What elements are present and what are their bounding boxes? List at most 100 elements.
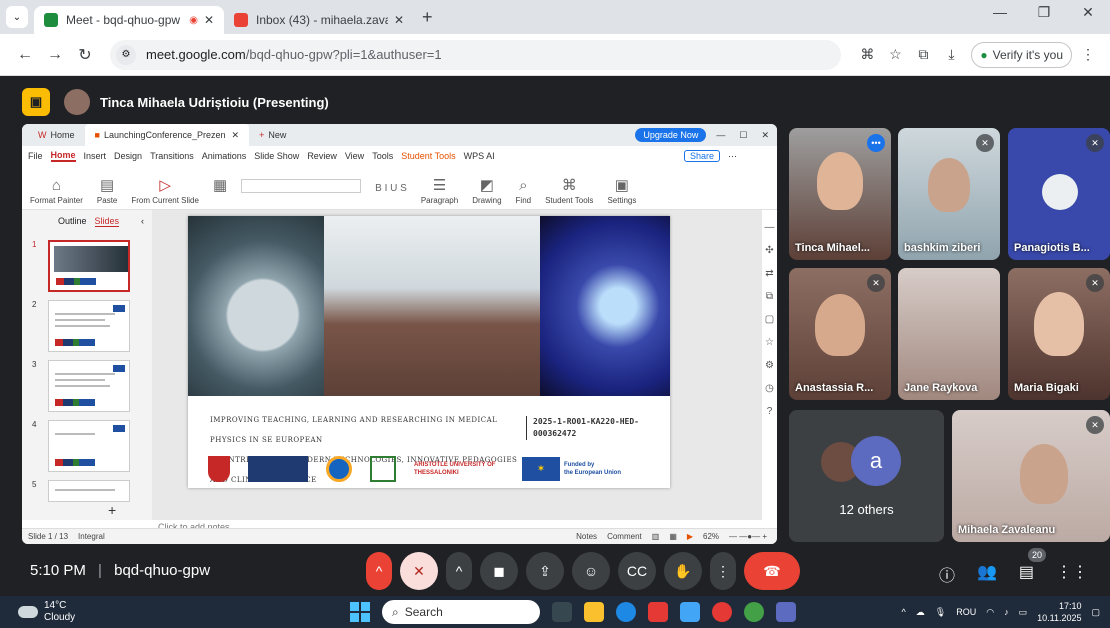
more-options-button[interactable]: ⋮: [710, 552, 736, 590]
raise-hand-button[interactable]: ✋: [664, 552, 702, 590]
wps-close-icon[interactable]: ✕: [761, 130, 769, 141]
wps-doc-tab[interactable]: ■ LaunchingConference_Prezen ✕: [84, 124, 250, 146]
settings-icon[interactable]: ⚙: [765, 360, 774, 371]
notes-toggle[interactable]: Notes: [576, 532, 597, 541]
format-painter-button[interactable]: ⌂ Format Painter: [30, 177, 83, 205]
participant-tile[interactable]: ✕ Anastassia R...: [789, 268, 891, 400]
slideshow-icon[interactable]: ▶: [687, 532, 693, 541]
extensions-icon[interactable]: ⧉: [911, 46, 935, 63]
video-options-button[interactable]: ^: [446, 552, 472, 590]
google-icon[interactable]: [712, 602, 732, 622]
wps-more-icon[interactable]: ⋯: [728, 151, 737, 162]
wps-home-tab[interactable]: W Home: [28, 124, 85, 146]
bookmark-star-icon[interactable]: ☆: [883, 46, 907, 63]
info-icon[interactable]: ⓘ: [939, 562, 955, 586]
animation-icon[interactable]: ✣: [765, 245, 773, 256]
notification-icon[interactable]: ▢: [1091, 607, 1100, 618]
minimize-icon[interactable]: —: [978, 4, 1022, 21]
teams-icon[interactable]: [776, 602, 796, 622]
wps-new-tab[interactable]: + New: [249, 124, 296, 146]
menu-student-tools[interactable]: Student Tools: [401, 151, 455, 161]
tool-icon[interactable]: —: [765, 222, 775, 233]
menu-design[interactable]: Design: [114, 151, 142, 161]
font-format-group[interactable]: B I U S: [375, 183, 407, 205]
menu-slide-show[interactable]: Slide Show: [254, 151, 299, 161]
audio-options-button[interactable]: ^: [366, 552, 392, 590]
edge-icon[interactable]: [616, 602, 636, 622]
add-slide-button[interactable]: +: [108, 502, 116, 518]
participant-tile[interactable]: ✕ Panagiotis B...: [1008, 128, 1110, 260]
tray-chevron-icon[interactable]: ^: [902, 607, 906, 617]
tab-inbox[interactable]: Inbox (43) - mihaela.zavaleanu@ ✕: [224, 6, 414, 34]
slides-tab[interactable]: Slides: [94, 216, 120, 227]
paste-button[interactable]: ▤ Paste: [97, 176, 117, 205]
taskbar-search[interactable]: ⌕ Search: [382, 600, 540, 624]
volume-icon[interactable]: ♪: [1004, 607, 1009, 617]
site-info-icon[interactable]: ⚙: [116, 44, 136, 65]
clock-area[interactable]: 17:10 10.11.2025: [1037, 600, 1081, 624]
comment-icon[interactable]: ▢: [765, 314, 774, 325]
participant-tile[interactable]: ✕ Maria Bigaki: [1008, 268, 1110, 400]
battery-icon[interactable]: ▭: [1019, 607, 1028, 618]
participant-tile[interactable]: Jane Raykova: [898, 268, 1000, 400]
participant-tile[interactable]: ✕ bashkim ziberi: [898, 128, 1000, 260]
outline-tab[interactable]: Outline: [58, 216, 87, 226]
new-tab-button[interactable]: +: [422, 7, 433, 28]
zoom-level[interactable]: 62%: [703, 532, 719, 541]
others-tile[interactable]: a 12 others: [789, 410, 944, 542]
comment-toggle[interactable]: Comment: [607, 532, 642, 541]
reactions-button[interactable]: ☺: [572, 552, 610, 590]
translate-icon[interactable]: ⌘: [855, 46, 879, 63]
wifi-icon[interactable]: ◠: [986, 607, 994, 618]
sorter-view-icon[interactable]: ▦: [669, 532, 677, 541]
settings-button[interactable]: ▣ Settings: [607, 176, 636, 205]
camera-icon[interactable]: ◼: [480, 552, 518, 590]
close-tab-icon[interactable]: ✕: [232, 130, 240, 141]
menu-wps-ai[interactable]: WPS AI: [464, 151, 495, 161]
font-select[interactable]: [241, 179, 362, 193]
onedrive-icon[interactable]: ☁: [916, 607, 925, 618]
upgrade-button[interactable]: Upgrade Now: [635, 128, 707, 142]
antivirus-icon[interactable]: [648, 602, 668, 622]
menu-home[interactable]: Home: [50, 150, 76, 162]
chat-icon[interactable]: ▤: [1019, 562, 1034, 586]
weather-widget[interactable]: 14°C Cloudy: [18, 600, 75, 624]
language-indicator[interactable]: ROU: [956, 607, 976, 617]
paragraph-button[interactable]: ☰ Paragraph: [421, 176, 458, 205]
presentation-icon[interactable]: ▣: [22, 88, 50, 116]
url-field[interactable]: ⚙ meet.google.com/bqd-qhuo-gpw?pli=1&aut…: [110, 39, 842, 70]
slide-thumb[interactable]: 5: [32, 480, 152, 502]
zoom-slider[interactable]: — —●— +: [729, 532, 767, 541]
slide-thumb[interactable]: 4: [32, 420, 152, 472]
leave-call-button[interactable]: ☎: [744, 552, 800, 590]
forward-icon[interactable]: →: [40, 46, 70, 64]
slide-thumb[interactable]: 2: [32, 300, 152, 352]
star-icon[interactable]: ☆: [765, 337, 774, 348]
layout-button[interactable]: ▦: [213, 176, 227, 205]
wps-restore-icon[interactable]: ☐: [739, 130, 747, 141]
tab-meet[interactable]: Meet - bqd-qhuo-gpw ◉ ✕: [34, 6, 224, 34]
start-icon[interactable]: [350, 602, 370, 622]
student-tools-button[interactable]: ⌘ Student Tools: [545, 176, 593, 205]
more-menu-icon[interactable]: ⋮: [1076, 46, 1100, 63]
chrome-icon[interactable]: [744, 602, 764, 622]
task-view-icon[interactable]: [552, 602, 572, 622]
slide-thumb[interactable]: 1: [32, 240, 152, 292]
people-icon[interactable]: 👥: [977, 562, 997, 586]
menu-transitions[interactable]: Transitions: [150, 151, 194, 161]
download-icon[interactable]: ⤓: [939, 46, 963, 63]
wps-share-button[interactable]: Share: [683, 150, 720, 162]
close-tab-icon[interactable]: ✕: [394, 13, 404, 27]
captions-button[interactable]: CC: [618, 552, 656, 590]
self-tile[interactable]: ✕ Mihaela Zavaleanu: [952, 410, 1110, 542]
help-icon[interactable]: ?: [767, 406, 773, 417]
menu-review[interactable]: Review: [307, 151, 337, 161]
app-icon[interactable]: [680, 602, 700, 622]
history-icon[interactable]: ◷: [765, 383, 774, 394]
mic-off-button[interactable]: ✕: [400, 552, 438, 590]
menu-tools[interactable]: Tools: [372, 151, 393, 161]
restore-icon[interactable]: ❐: [1022, 4, 1066, 21]
close-tab-icon[interactable]: ✕: [204, 13, 214, 27]
activities-icon[interactable]: ⋮⋮: [1056, 562, 1088, 586]
find-button[interactable]: ⌕ Find: [516, 177, 532, 205]
